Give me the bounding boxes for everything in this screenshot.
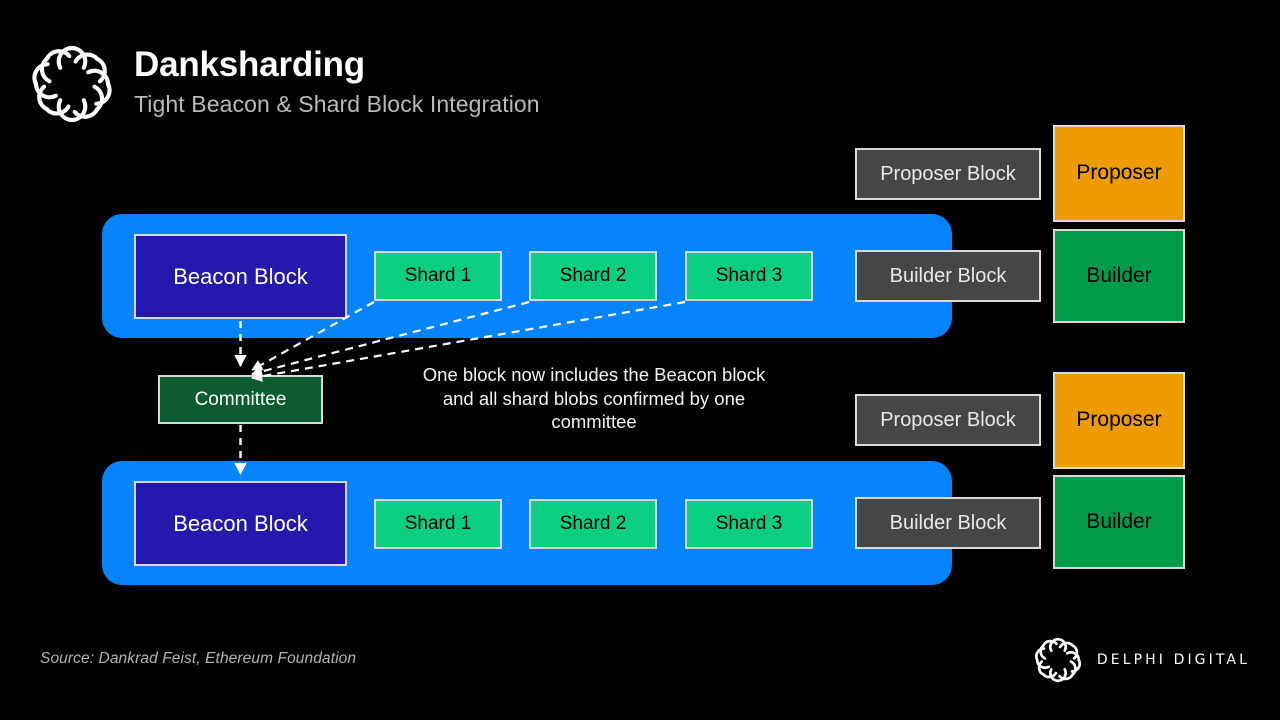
page-subtitle: Tight Beacon & Shard Block Integration (134, 91, 540, 118)
shard-label: Shard 3 (715, 513, 783, 535)
beacon-block-bottom: Beacon Block (134, 481, 347, 566)
shard-box-bottom-2: Shard 2 (529, 499, 657, 549)
proposer-actor-label: Proposer (1076, 408, 1162, 432)
builder-block-label: Builder Block (889, 264, 1007, 287)
source-note: Source: Dankrad Feist, Ethereum Foundati… (40, 650, 357, 667)
proposer-block-label: Proposer Block (880, 162, 1016, 185)
proposer-block-bottom: Proposer Block (855, 394, 1041, 446)
shard-label: Shard 3 (715, 265, 783, 287)
committee-box: Committee (158, 375, 323, 424)
shard-box-top-2: Shard 2 (529, 251, 657, 301)
shard-label: Shard 2 (559, 265, 627, 287)
committee-label: Committee (194, 388, 287, 410)
builder-block-label: Builder Block (889, 511, 1007, 534)
shard-box-top-1: Shard 1 (374, 251, 502, 301)
title-block: Danksharding Tight Beacon & Shard Block … (134, 44, 540, 119)
builder-block-bottom: Builder Block (855, 497, 1041, 549)
header-logo-icon (27, 38, 117, 130)
proposer-actor-label: Proposer (1076, 161, 1162, 185)
proposer-actor-top: Proposer (1053, 125, 1185, 222)
proposer-block-top: Proposer Block (855, 148, 1041, 200)
builder-actor-label: Builder (1086, 509, 1152, 533)
shard-box-top-3: Shard 3 (685, 251, 813, 301)
beacon-block-label: Beacon Block (173, 510, 308, 536)
shard-label: Shard 1 (404, 513, 472, 535)
beacon-block-label: Beacon Block (173, 263, 308, 289)
beacon-block-top: Beacon Block (134, 234, 347, 319)
builder-actor-top: Builder (1053, 229, 1185, 323)
proposer-block-label: Proposer Block (880, 408, 1016, 431)
footer-logo-icon (1032, 634, 1084, 686)
shard-box-bottom-1: Shard 1 (374, 499, 502, 549)
footer-brand-text: DELPHI DIGITAL (1096, 652, 1250, 668)
builder-block-top: Builder Block (855, 250, 1041, 302)
shard-box-bottom-3: Shard 3 (685, 499, 813, 549)
footer-brand: DELPHI DIGITAL (1032, 634, 1250, 686)
proposer-actor-bottom: Proposer (1053, 372, 1185, 469)
annotation-text: One block now includes the Beacon block … (422, 364, 766, 433)
shard-label: Shard 2 (559, 513, 627, 535)
builder-actor-bottom: Builder (1053, 475, 1185, 569)
page-title: Danksharding (134, 45, 365, 84)
builder-actor-label: Builder (1086, 263, 1152, 287)
shard-label: Shard 1 (404, 265, 472, 287)
